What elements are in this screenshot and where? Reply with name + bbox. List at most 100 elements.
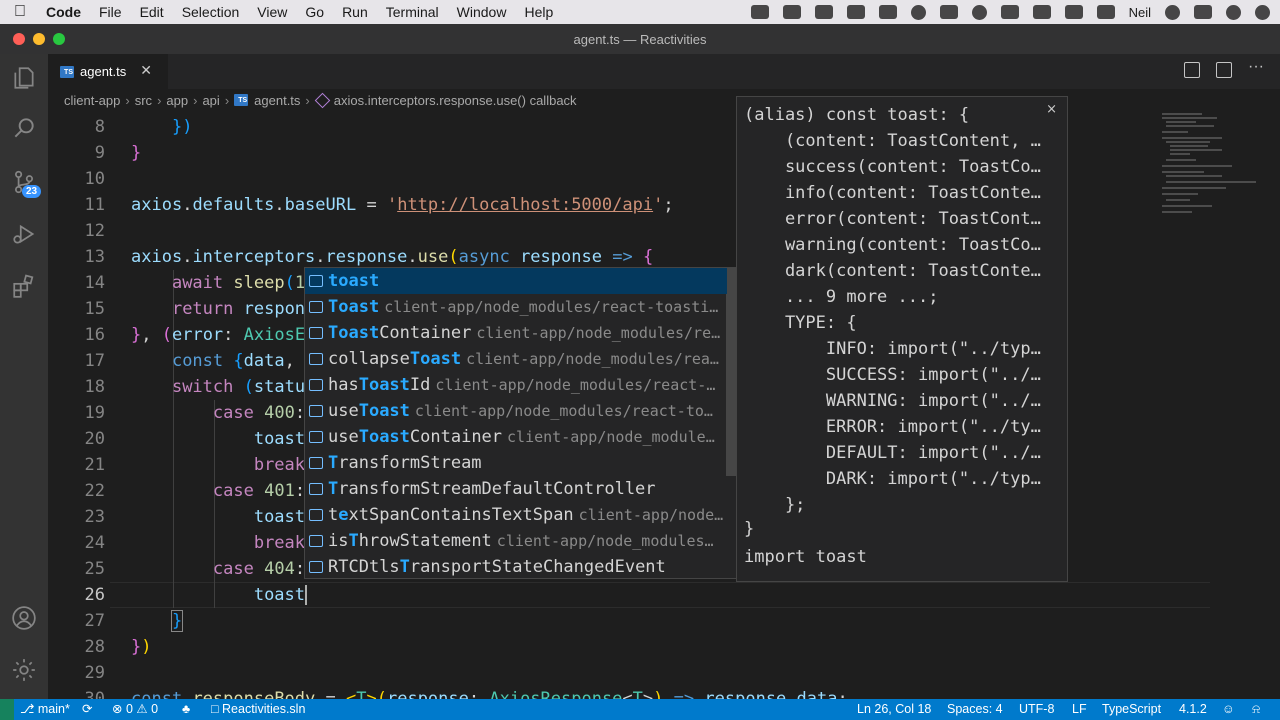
siri-icon[interactable]: [1226, 4, 1241, 20]
suggest-item[interactable]: ToastContainer client-app/node_modules/re…: [305, 320, 727, 346]
suggest-text: ransformStream: [338, 453, 482, 473]
menu-view[interactable]: View: [248, 4, 296, 20]
apple-icon[interactable]: : [0, 3, 40, 21]
control-center-icon[interactable]: [1194, 5, 1212, 19]
search-icon[interactable]: [1165, 4, 1180, 20]
suggest-item[interactable]: useToast client-app/node_modules/react-to…: [305, 398, 727, 424]
notifications-bell-icon[interactable]: ⍾: [1252, 699, 1260, 720]
account-icon[interactable]: [0, 594, 48, 642]
screen-record-icon[interactable]: [782, 5, 801, 19]
suggest-item[interactable]: collapseToast client-app/node_modules/rea…: [305, 346, 727, 372]
suggest-match: T: [399, 557, 410, 577]
breadcrumb: client-app › src › app › api › TS agent.ts › …: [48, 89, 1280, 111]
branch-name: main*: [37, 702, 70, 716]
suggest-details-panel: × (alias) const toast: { (content: Toast…: [736, 96, 1068, 582]
doc-line: SUCCESS: import("../…: [744, 365, 1041, 385]
problems-indicator[interactable]: ⊗ 0 ⚠ 0: [112, 699, 158, 720]
suggest-item[interactable]: hasToastId client-app/node_modules/react-…: [305, 372, 727, 398]
feedback-icon[interactable]: ☺: [1222, 699, 1235, 720]
solution-name: Reactivities.sln: [222, 702, 306, 716]
compass-icon[interactable]: [1255, 4, 1270, 20]
suggest-item[interactable]: TransformStream: [305, 450, 727, 476]
split-editor-icon[interactable]: [1216, 62, 1232, 78]
display-icon[interactable]: [939, 5, 958, 19]
close-details-icon[interactable]: ×: [1046, 102, 1057, 117]
breadcrumb-file[interactable]: agent.ts: [254, 93, 300, 108]
encoding[interactable]: UTF-8: [1019, 699, 1054, 720]
remote-indicator[interactable]: [0, 699, 14, 720]
extensions-icon[interactable]: [0, 262, 48, 310]
suggest-item[interactable]: TransformStreamDefaultController: [305, 476, 727, 502]
suggest-item[interactable]: useToastContainer client-app/node_module…: [305, 424, 727, 450]
close-tab-icon[interactable]: ✕: [140, 62, 152, 79]
typescript-file-icon: TS: [234, 94, 249, 106]
search-icon[interactable]: [0, 104, 48, 152]
volume-icon[interactable]: [1000, 5, 1019, 19]
menu-window[interactable]: Window: [448, 4, 516, 20]
breadcrumb-src[interactable]: src: [135, 93, 152, 108]
suggest-text: use: [328, 427, 359, 447]
clock-icon[interactable]: [971, 4, 987, 20]
suggest-item[interactable]: RTCDtlsTransportStateChangedEvent: [305, 554, 727, 578]
menu-edit[interactable]: Edit: [131, 4, 173, 20]
menu-selection[interactable]: Selection: [173, 4, 249, 20]
run-debug-icon[interactable]: [0, 210, 48, 258]
breadcrumb-app[interactable]: app: [166, 93, 188, 108]
open-changes-icon[interactable]: [1184, 62, 1200, 78]
ts-version[interactable]: 4.1.2: [1179, 699, 1207, 720]
user-name[interactable]: Neil: [1129, 5, 1151, 20]
doc-line: import toast: [744, 547, 867, 567]
bluetooth-icon[interactable]: [1032, 5, 1051, 19]
suggest-detail: client-app/node_modules…: [496, 532, 714, 550]
hat-icon[interactable]: [910, 4, 926, 20]
wifi-icon[interactable]: [1096, 5, 1115, 19]
activity-bar: 23: [0, 54, 48, 699]
language-mode[interactable]: TypeScript: [1102, 699, 1161, 720]
sync-icon[interactable]: ⟳: [82, 699, 92, 720]
settings-gear-icon[interactable]: [0, 646, 48, 694]
code-line: toast: [253, 585, 308, 605]
flame-icon[interactable]: ♣: [182, 699, 190, 720]
doc-line: error(content: ToastCont…: [744, 209, 1041, 229]
battery-icon[interactable]: [1064, 5, 1083, 19]
tab-agent-ts[interactable]: TS agent.ts ✕: [48, 54, 168, 89]
breadcrumb-client-app[interactable]: client-app: [64, 93, 120, 108]
zoom-window-button[interactable]: [53, 33, 65, 45]
minimize-window-button[interactable]: [33, 33, 45, 45]
menu-help[interactable]: Help: [515, 4, 562, 20]
s-app-icon[interactable]: [814, 5, 833, 19]
more-actions-icon[interactable]: ···: [1248, 59, 1264, 78]
code-line: const {data,: [171, 351, 295, 371]
breadcrumb-symbol[interactable]: axios.interceptors.response.use() callba…: [334, 93, 577, 108]
code-line: await sleep(1: [171, 273, 306, 293]
menu-app[interactable]: Code: [40, 4, 90, 20]
suggest-item[interactable]: textSpanContainsTextSpan client-app/node…: [305, 502, 727, 528]
menu-run[interactable]: Run: [333, 4, 377, 20]
suggest-item[interactable]: toast: [305, 268, 727, 294]
grid-icon[interactable]: [878, 5, 897, 19]
editor-actions: ···: [1184, 59, 1264, 78]
cloud-icon[interactable]: [846, 5, 865, 19]
minimap[interactable]: [1158, 111, 1268, 231]
explorer-icon[interactable]: [0, 54, 48, 102]
suggest-detail: client-app/node_modules/react-to…: [414, 402, 713, 420]
suggest-text: ransformStreamDefaultController: [338, 479, 656, 499]
code-line: }): [171, 117, 193, 137]
suggest-text: is: [328, 531, 349, 551]
suggest-item[interactable]: Toast client-app/node_modules/react-toast…: [305, 294, 727, 320]
menu-go[interactable]: Go: [296, 4, 333, 20]
branch-indicator[interactable]: ⎇ main*: [20, 699, 70, 720]
suggest-match: toast: [328, 271, 380, 291]
line-ending[interactable]: LF: [1072, 699, 1087, 720]
suggest-scrollbar[interactable]: [726, 268, 736, 476]
solution-indicator[interactable]: □ Reactivities.sln: [211, 699, 305, 720]
cursor-position[interactable]: Ln 26, Col 18: [857, 699, 931, 720]
close-window-button[interactable]: [13, 33, 25, 45]
docker-icon[interactable]: [750, 5, 769, 19]
suggest-item[interactable]: isThrowStatement client-app/node_modules…: [305, 528, 727, 554]
menu-terminal[interactable]: Terminal: [377, 4, 448, 20]
indentation[interactable]: Spaces: 4: [947, 699, 1003, 720]
source-control-icon[interactable]: 23: [0, 158, 48, 206]
breadcrumb-api[interactable]: api: [202, 93, 219, 108]
menu-file[interactable]: File: [90, 4, 131, 20]
